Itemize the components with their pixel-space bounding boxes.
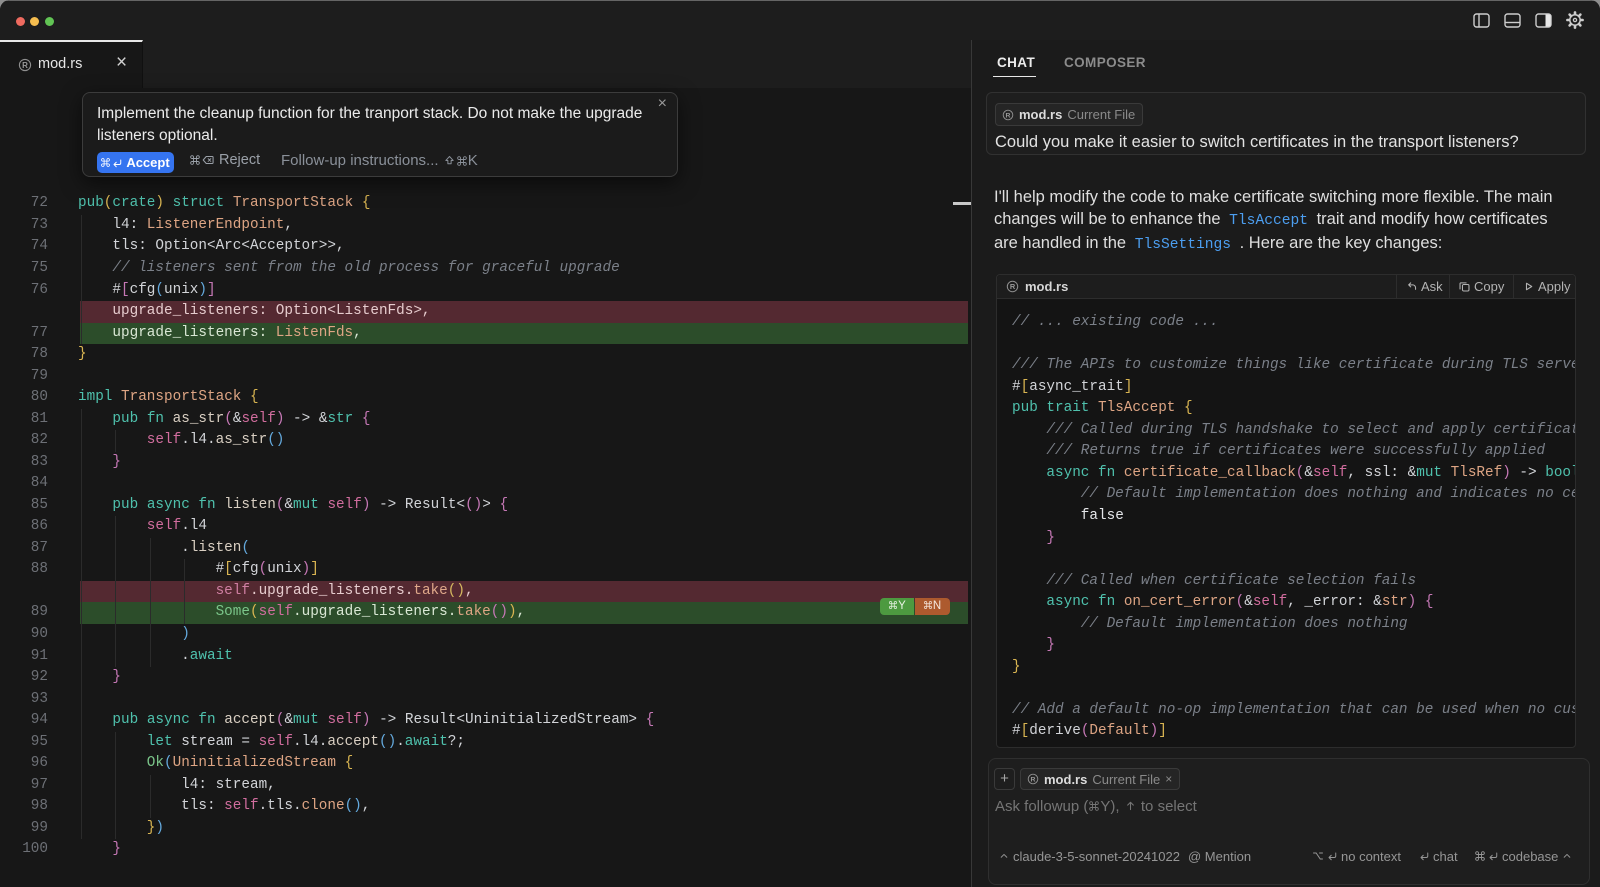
- svg-text:R: R: [1031, 776, 1036, 783]
- svg-text:R: R: [1006, 112, 1011, 119]
- svg-text:R: R: [1010, 282, 1016, 291]
- svg-text:R: R: [22, 61, 28, 70]
